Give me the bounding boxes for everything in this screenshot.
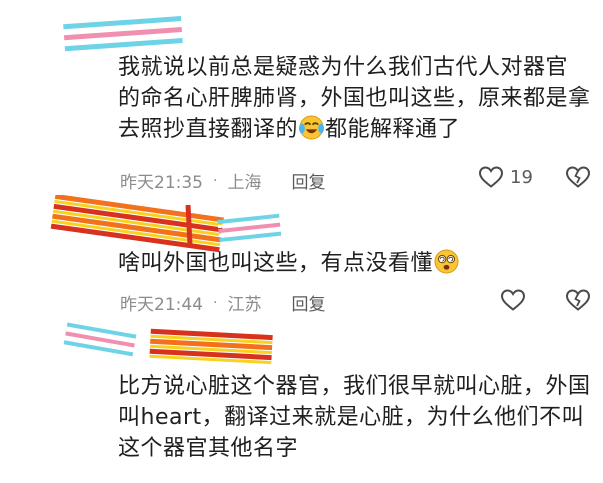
dizzy-face-emoji — [434, 249, 459, 274]
crying-laughing-emoji — [299, 115, 325, 140]
comment-1-time: 昨天21:35 — [120, 173, 203, 193]
comment-1-line-3: 去照抄直接翻译的 都能解释通了 — [118, 114, 591, 145]
comment-1: 我就说以前总是疑惑为什么我们古代人对器官 的命名心肝脾肺肾，外国也叫这些，原来都… — [0, 0, 603, 200]
comment-3-line-3: 这个器官其他名字 — [118, 436, 299, 461]
heart-icon — [500, 289, 526, 311]
comment-3: 比方说心脏这个器官，我们很早就叫心脏，外国 叫heart，翻译过来就是心脏，为什… — [0, 318, 603, 483]
separator-dot: · — [213, 172, 218, 189]
redacted-username — [63, 322, 273, 365]
comment-2-time: 昨天21:44 — [120, 295, 203, 315]
comment-2-line-1: 啥叫外国也叫这些，有点没看懂 — [118, 251, 434, 276]
comment-1-text: 我就说以前总是疑惑为什么我们古代人对器官 的命名心肝脾肺肾，外国也叫这些，原来都… — [118, 52, 591, 145]
comment-3-line-2: 叫heart，翻译过来就是心脏，为什么他们不叫 — [118, 405, 585, 430]
comment-2-meta: 昨天21:44 · 江苏 回复 — [120, 290, 325, 316]
comment-1-line-3-tail: 都能解释通了 — [325, 117, 461, 142]
comment-1-reply-button[interactable]: 回复 — [291, 168, 325, 193]
separator-dot: · — [213, 294, 218, 311]
comment-1-line-1: 我就说以前总是疑惑为什么我们古代人对器官 — [118, 55, 569, 80]
comment-1-location: 上海 — [227, 173, 262, 193]
comment-1-dislike-button[interactable] — [565, 165, 591, 189]
comment-2: 啥叫外国也叫这些，有点没看懂 昨天21:44 · 江苏 回复 — [0, 195, 603, 320]
comment-1-line-2: 的命名心肝脾肺肾，外国也叫这些，原来都是拿 — [118, 86, 591, 111]
comment-1-like-count: 19 — [510, 166, 533, 188]
comment-1-meta: 昨天21:35 · 上海 回复 — [120, 168, 325, 194]
comment-2-location: 江苏 — [227, 295, 262, 315]
heart-icon — [478, 166, 504, 188]
comment-1-line-3-text: 去照抄直接翻译的 — [118, 117, 299, 142]
comment-2-reply-button[interactable]: 回复 — [291, 290, 325, 315]
comment-3-text: 比方说心脏这个器官，我们很早就叫心脏，外国 叫heart，翻译过来就是心脏，为什… — [118, 371, 591, 464]
comment-2-dislike-button[interactable] — [565, 288, 591, 312]
comment-1-like-button[interactable]: 19 — [478, 165, 533, 189]
broken-heart-icon — [565, 166, 591, 188]
comment-2-text: 啥叫外国也叫这些，有点没看懂 — [118, 248, 460, 279]
comment-2-like-button[interactable] — [500, 288, 526, 312]
redacted-username — [63, 16, 183, 52]
broken-heart-icon — [565, 289, 591, 311]
comment-3-line-1: 比方说心脏这个器官，我们很早就叫心脏，外国 — [118, 374, 591, 399]
